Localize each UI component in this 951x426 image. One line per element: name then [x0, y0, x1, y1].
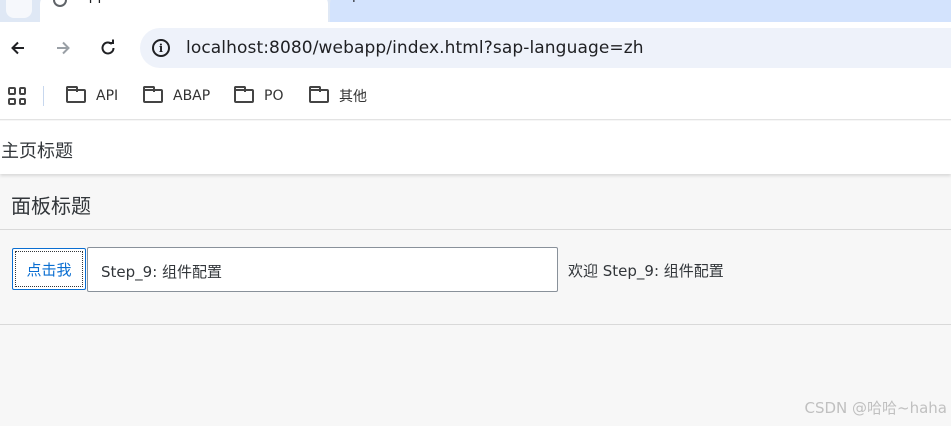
input-value[interactable]: Step_9: 组件配置	[101, 261, 222, 282]
page-title: 主页标题	[1, 141, 73, 162]
tab-strip: apptitle ✕ +	[0, 0, 951, 22]
tab-title: apptitle	[80, 0, 134, 4]
folder-icon	[234, 86, 254, 103]
bookmarks-bar: API ABAP PO 其他	[0, 76, 951, 120]
bookmark-po[interactable]: PO	[234, 86, 283, 106]
browser-toolbar: i localhost:8080/webapp/index.html?sap-l…	[0, 22, 951, 76]
bookmark-label: ABAP	[173, 88, 211, 104]
divider	[0, 324, 951, 325]
bookmark-api[interactable]: API	[66, 86, 118, 106]
greeting-text: 欢迎 Step_9: 组件配置	[568, 262, 724, 280]
bookmark-label: 其他	[339, 89, 367, 105]
new-tab-area[interactable]: +	[330, 0, 951, 22]
forward-arrow-icon[interactable]	[51, 36, 75, 60]
apps-grid-icon[interactable]	[8, 87, 26, 105]
app-header: 主页标题	[0, 121, 951, 174]
reload-icon[interactable]	[96, 36, 120, 60]
url-text[interactable]: localhost:8080/webapp/index.html?sap-lan…	[186, 38, 644, 58]
address-bar[interactable]: i localhost:8080/webapp/index.html?sap-l…	[140, 28, 951, 68]
bookmark-other[interactable]: 其他	[309, 86, 367, 106]
click-me-button[interactable]: 点击我	[12, 248, 86, 290]
tab-apptitle[interactable]: apptitle ✕	[40, 0, 328, 22]
watermark: CSDN @哈哈~haha	[804, 399, 947, 417]
globe-icon	[53, 0, 67, 7]
bookmark-label: PO	[264, 88, 284, 104]
panel-title: 面板标题	[11, 194, 91, 218]
bookmark-abap[interactable]: ABAP	[143, 86, 210, 106]
back-arrow-icon[interactable]	[6, 36, 30, 60]
app-page: 主页标题 面板标题 点击我 Step_9: 组件配置 欢迎 Step_9: 组件…	[0, 121, 951, 426]
text-input[interactable]: Step_9: 组件配置	[87, 247, 558, 292]
folder-icon	[66, 86, 86, 103]
divider	[0, 229, 951, 230]
bookmark-separator	[43, 86, 44, 106]
new-tab-icon[interactable]: +	[348, 0, 360, 6]
tab-search-button[interactable]	[6, 0, 32, 18]
close-icon[interactable]: ✕	[307, 0, 318, 4]
folder-icon	[143, 86, 163, 103]
folder-icon	[309, 86, 329, 103]
info-icon[interactable]: i	[152, 39, 170, 57]
bookmark-label: API	[96, 88, 119, 104]
